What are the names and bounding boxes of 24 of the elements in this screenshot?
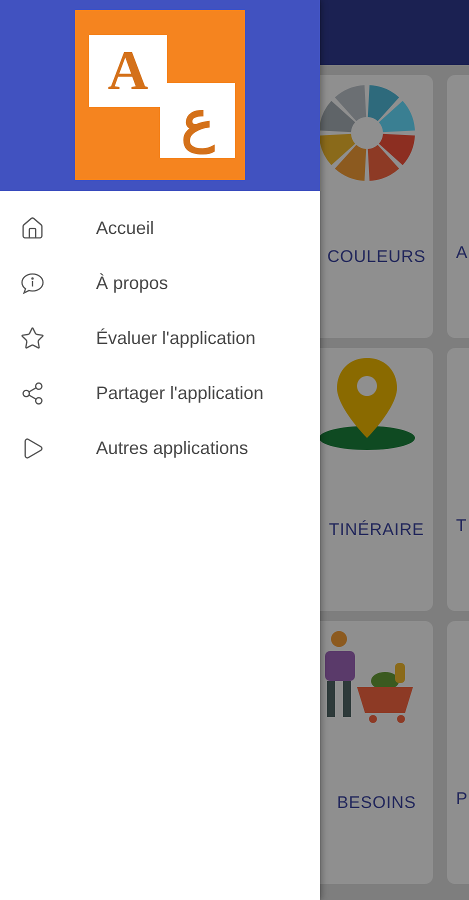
category-card[interactable]: COULEURS xyxy=(320,75,433,338)
category-card[interactable]: BESOINS xyxy=(320,621,433,884)
card-title: A xyxy=(456,243,468,263)
logo-letter: ع xyxy=(160,83,235,158)
category-card[interactable]: P xyxy=(447,621,469,884)
card-title: T xyxy=(456,516,466,536)
logo-letter: A xyxy=(89,35,167,107)
home-icon xyxy=(20,216,45,241)
color-wheel-icon xyxy=(320,83,416,183)
menu-item[interactable]: Partager l'application xyxy=(0,366,320,421)
share-icon xyxy=(20,381,45,406)
card-title: P xyxy=(456,789,468,809)
menu-item[interactable]: À propos xyxy=(0,256,320,311)
card-title: COULEURS xyxy=(327,247,426,267)
card-title: TINÉRAIRE xyxy=(328,520,424,540)
menu-item[interactable]: Autres applications xyxy=(0,421,320,476)
category-card[interactable]: A xyxy=(447,75,469,338)
menu-item[interactable]: Évaluer l'application xyxy=(0,311,320,366)
card-title: BESOINS xyxy=(336,793,416,813)
star-icon xyxy=(20,326,45,351)
menu-item[interactable]: Accueil xyxy=(0,201,320,256)
category-card[interactable]: T xyxy=(447,348,469,611)
category-card[interactable]: TINÉRAIRE xyxy=(320,348,433,611)
info-icon xyxy=(20,271,45,296)
